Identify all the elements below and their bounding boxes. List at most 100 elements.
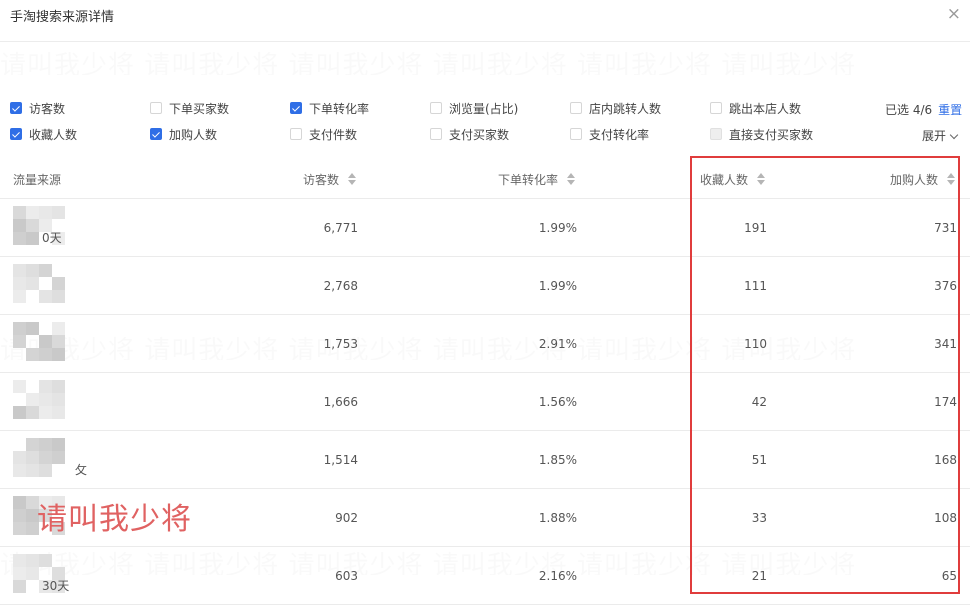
column-header-add-to-cart-label: 加购人数 bbox=[889, 172, 938, 187]
conversion-rate-value: 2.16% bbox=[538, 568, 577, 583]
redacted-source-image bbox=[13, 264, 88, 306]
conversion-rate-value: 1.88% bbox=[538, 510, 577, 525]
visitors-value: 1,514 bbox=[323, 452, 358, 467]
checkbox-unchecked-icon[interactable] bbox=[570, 128, 582, 140]
table-row: 1,753 2.91% 110 341 bbox=[0, 315, 970, 373]
checkbox-unchecked-icon[interactable] bbox=[430, 102, 442, 114]
selected-count-text: 已选 4/6 bbox=[885, 103, 933, 117]
metric-checkbox[interactable]: 加购人数 bbox=[150, 126, 217, 142]
add-to-cart-value: 341 bbox=[934, 336, 957, 351]
source-name: 0天 bbox=[42, 231, 62, 245]
metric-checkbox[interactable]: 支付件数 bbox=[290, 126, 357, 142]
favorites-value: 21 bbox=[751, 568, 767, 583]
checkbox-checked-icon[interactable] bbox=[10, 128, 22, 140]
watermark-line: 请叫我少将 请叫我少将 请叫我少将 请叫我少将 请叫我少将 请叫我少将 bbox=[0, 45, 970, 75]
column-header-visitors[interactable]: 访客数 bbox=[303, 160, 356, 198]
metric-checkbox-label: 访客数 bbox=[29, 101, 66, 116]
column-header-favorites-label: 收藏人数 bbox=[699, 172, 748, 187]
favorites-value: 110 bbox=[744, 336, 767, 351]
metric-checkbox[interactable]: 店内跳转人数 bbox=[570, 100, 661, 116]
metric-checkbox[interactable]: 支付转化率 bbox=[570, 126, 649, 142]
add-to-cart-value: 731 bbox=[934, 220, 957, 235]
checkbox-unchecked-icon[interactable] bbox=[430, 128, 442, 140]
visitors-value: 1,666 bbox=[323, 394, 358, 409]
redacted-source-image bbox=[13, 380, 88, 422]
sort-icon[interactable] bbox=[567, 172, 575, 186]
metric-checkbox-label: 店内跳转人数 bbox=[589, 101, 662, 116]
add-to-cart-value: 376 bbox=[934, 278, 957, 293]
metric-checkbox-label: 浏览量(占比) bbox=[449, 101, 519, 116]
checkbox-unchecked-icon[interactable] bbox=[710, 102, 722, 114]
table-body: 0天 6,771 1.99% 191 731 2,768 1.99% 111 376 1,753 2… bbox=[0, 199, 970, 605]
favorites-value: 111 bbox=[744, 278, 767, 293]
metric-checkbox-label: 支付件数 bbox=[309, 127, 358, 142]
table-row: 0天 6,771 1.99% 191 731 bbox=[0, 199, 970, 257]
visitors-value: 6,771 bbox=[323, 220, 358, 235]
add-to-cart-value: 168 bbox=[934, 452, 957, 467]
metric-checkbox[interactable]: 下单转化率 bbox=[290, 100, 369, 116]
column-header-conversion-label: 下单转化率 bbox=[497, 172, 558, 187]
checkbox-checked-icon[interactable] bbox=[10, 102, 22, 114]
metric-checkbox-label: 加购人数 bbox=[169, 127, 218, 142]
add-to-cart-value: 174 bbox=[934, 394, 957, 409]
close-icon[interactable]: × bbox=[947, 4, 961, 24]
visitors-value: 1,753 bbox=[323, 336, 358, 351]
metric-checkbox-label: 下单转化率 bbox=[309, 101, 370, 116]
conversion-rate-value: 1.85% bbox=[538, 452, 577, 467]
table-header-row: 流量来源 访客数 下单转化率 收藏人数 加购人数 bbox=[0, 160, 970, 199]
metric-checkbox-label: 直接支付买家数 bbox=[729, 127, 814, 142]
conversion-rate-value: 1.56% bbox=[538, 394, 577, 409]
column-header-add-to-cart[interactable]: 加购人数 bbox=[890, 160, 955, 198]
metric-checkbox-label: 支付买家数 bbox=[449, 127, 510, 142]
visitors-value: 603 bbox=[335, 568, 358, 583]
checkbox-unchecked-icon[interactable] bbox=[570, 102, 582, 114]
metric-checkbox[interactable]: 收藏人数 bbox=[10, 126, 77, 142]
checkbox-unchecked-icon[interactable] bbox=[290, 128, 302, 140]
metric-checkbox[interactable]: 浏览量(占比) bbox=[430, 100, 518, 116]
checkbox-unchecked-icon[interactable] bbox=[150, 102, 162, 114]
overlay-watermark-text: 请叫我少将 bbox=[37, 502, 192, 537]
expand-button[interactable]: 展开 bbox=[922, 127, 959, 144]
table-row: 2,768 1.99% 111 376 bbox=[0, 257, 970, 315]
column-header-favorites[interactable]: 收藏人数 bbox=[700, 160, 765, 198]
favorites-value: 51 bbox=[751, 452, 767, 467]
source-detail-dialog: 手淘搜索来源详情 × 请叫我少将 请叫我少将 请叫我少将 请叫我少将 请叫我少将… bbox=[0, 0, 970, 605]
add-to-cart-value: 108 bbox=[934, 510, 957, 525]
sort-icon[interactable] bbox=[947, 172, 955, 186]
visitors-value: 902 bbox=[335, 510, 358, 525]
favorites-value: 33 bbox=[751, 510, 767, 525]
conversion-rate-value: 1.99% bbox=[538, 278, 577, 293]
table-row: 30天 603 2.16% 21 65 bbox=[0, 547, 970, 605]
conversion-rate-value: 1.99% bbox=[538, 220, 577, 235]
metric-filter-panel: 访客数 下单买家数 下单转化率 浏览量(占比) 店内跳转人数 跳出本店人数收藏人数 加购人数… bbox=[0, 96, 970, 148]
table-row: 1,666 1.56% 42 174 bbox=[0, 373, 970, 431]
metric-checkbox-label: 跳出本店人数 bbox=[729, 101, 802, 116]
favorites-value: 191 bbox=[744, 220, 767, 235]
metric-checkbox: 直接支付买家数 bbox=[710, 126, 813, 142]
metric-checkbox[interactable]: 跳出本店人数 bbox=[710, 100, 801, 116]
sort-icon[interactable] bbox=[348, 172, 356, 186]
metric-checkbox[interactable]: 访客数 bbox=[10, 100, 65, 116]
table-row: 攵 1,514 1.85% 51 168 bbox=[0, 431, 970, 489]
column-header-conversion[interactable]: 下单转化率 bbox=[498, 160, 575, 198]
metric-checkbox-label: 支付转化率 bbox=[589, 127, 650, 142]
metric-checkbox[interactable]: 下单买家数 bbox=[150, 100, 229, 116]
metric-checkbox-label: 收藏人数 bbox=[29, 127, 78, 142]
column-header-source: 流量来源 bbox=[13, 172, 62, 187]
metric-checkbox[interactable]: 支付买家数 bbox=[430, 126, 509, 142]
sort-icon[interactable] bbox=[757, 172, 765, 186]
dialog-title: 手淘搜索来源详情 bbox=[10, 10, 115, 25]
column-header-visitors-label: 访客数 bbox=[302, 172, 339, 187]
dialog-header: 手淘搜索来源详情 × bbox=[0, 0, 970, 42]
add-to-cart-value: 65 bbox=[941, 568, 957, 583]
conversion-rate-value: 2.91% bbox=[538, 336, 577, 351]
reset-button[interactable]: 重置 bbox=[938, 103, 962, 117]
source-name: 攵 bbox=[75, 463, 88, 477]
visitors-value: 2,768 bbox=[323, 278, 358, 293]
chevron-down-icon bbox=[949, 130, 959, 140]
checkbox-unchecked-icon bbox=[710, 128, 722, 140]
source-table: 流量来源 访客数 下单转化率 收藏人数 加购人数 0天 6,771 1.99% 191… bbox=[0, 160, 970, 605]
checkbox-checked-icon[interactable] bbox=[150, 128, 162, 140]
checkbox-checked-icon[interactable] bbox=[290, 102, 302, 114]
expand-label: 展开 bbox=[922, 129, 947, 143]
